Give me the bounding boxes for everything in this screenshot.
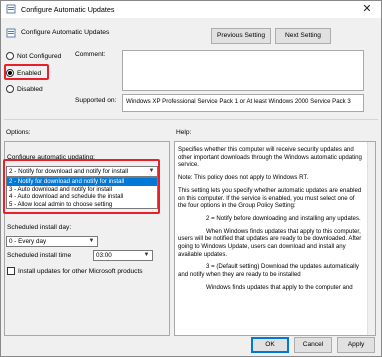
- supported-on-field: Windows XP Professional Service Pack 1 o…: [122, 94, 364, 112]
- close-icon[interactable]: ✕: [357, 2, 377, 17]
- schedule-day-value: 0 - Every day: [9, 238, 47, 245]
- apply-button[interactable]: Apply: [337, 337, 375, 353]
- help-paragraph: 2 = Notify before downloading and instal…: [206, 214, 361, 222]
- schedule-day-select[interactable]: 0 - Every day ▼: [6, 236, 98, 247]
- help-label: Help:: [176, 129, 192, 136]
- radio-label: Disabled: [17, 85, 43, 93]
- install-other-products-checkbox-row[interactable]: Install updates for other Microsoft prod…: [7, 267, 143, 275]
- window-title: Configure Automatic Updates: [21, 5, 115, 14]
- previous-setting-button[interactable]: Previous Setting: [211, 28, 271, 44]
- help-paragraph: Windows finds updates that apply to the …: [206, 283, 353, 291]
- help-panel: Specifies whether this computer will rec…: [174, 141, 376, 336]
- highlight-dropdown: [3, 159, 160, 214]
- help-paragraph: This setting lets you specify whether au…: [178, 186, 362, 210]
- schedule-time-value: 03:00: [96, 252, 112, 259]
- highlight-enabled: [4, 64, 49, 80]
- dialog-window: Configure Automatic Updates ✕ Configure …: [0, 0, 382, 357]
- comment-label: Comment:: [75, 51, 106, 58]
- options-label: Options:: [6, 129, 31, 136]
- help-paragraph: When Windows finds updates that apply to…: [178, 227, 362, 258]
- policy-icon: [6, 28, 16, 38]
- help-paragraph: Note: This policy does not apply to Wind…: [178, 174, 309, 182]
- install-other-products-label: Install updates for other Microsoft prod…: [18, 267, 143, 275]
- radio-circle[interactable]: [6, 52, 14, 60]
- install-other-products-checkbox[interactable]: [7, 267, 15, 275]
- cancel-button[interactable]: Cancel: [294, 337, 332, 353]
- radio-disabled[interactable]: Disabled: [6, 85, 43, 93]
- chevron-down-icon[interactable]: ▼: [142, 251, 151, 260]
- radio-not-configured[interactable]: Not Configured: [6, 52, 61, 60]
- radio-circle[interactable]: [6, 85, 14, 93]
- help-paragraph: 3 = (Default setting) Download the updat…: [178, 263, 359, 279]
- schedule-day-label: Scheduled install day:: [7, 224, 72, 231]
- ok-button[interactable]: OK: [251, 337, 289, 353]
- help-text: Specifies whether this computer will rec…: [178, 146, 364, 297]
- divider: [4, 119, 378, 120]
- help-scrollbar[interactable]: [367, 142, 375, 335]
- schedule-time-select[interactable]: 03:00 ▼: [93, 250, 153, 261]
- radio-label: Not Configured: [17, 52, 62, 60]
- supported-on-label: Supported on:: [75, 97, 117, 104]
- title-bar: Configure Automatic Updates ✕: [1, 1, 381, 18]
- next-setting-button[interactable]: Next Setting: [275, 28, 331, 44]
- policy-title: Configure Automatic Updates: [21, 29, 110, 36]
- policy-icon: [6, 4, 16, 14]
- schedule-time-label: Scheduled install time: [7, 252, 72, 259]
- help-paragraph: Specifies whether this computer will rec…: [178, 146, 362, 169]
- chevron-down-icon[interactable]: ▼: [87, 237, 96, 246]
- comment-field[interactable]: [122, 50, 364, 91]
